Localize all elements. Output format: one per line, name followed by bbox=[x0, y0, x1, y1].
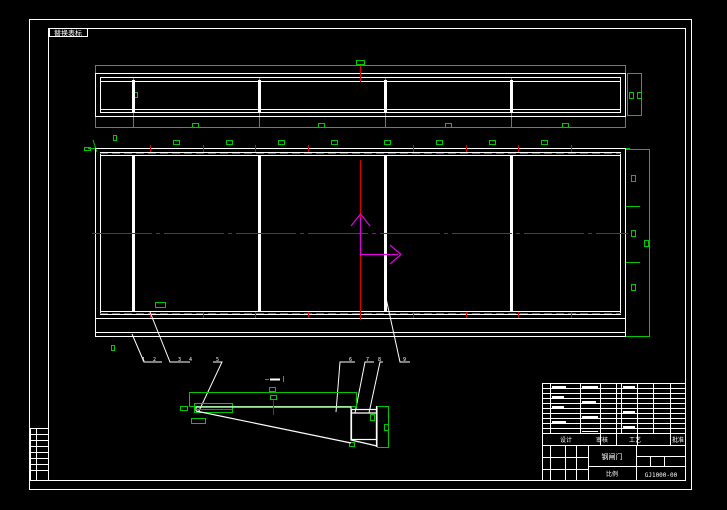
callout-3: 3 bbox=[178, 357, 181, 363]
title-block: 设计 审核 工艺 批准 钢闸门 比例 GJ1000-00 bbox=[542, 383, 686, 481]
drawing-number: GJ1000-00 bbox=[645, 472, 678, 479]
title-cell-check: 审核 bbox=[596, 436, 608, 444]
callout-9: 9 bbox=[403, 357, 406, 363]
drawing-name: 钢闸门 bbox=[602, 452, 623, 461]
drawing-code-box: 替换表标 bbox=[49, 28, 88, 38]
callout-7: 7 bbox=[366, 357, 369, 363]
scale-label: 比例 bbox=[606, 470, 618, 478]
main-view bbox=[84, 135, 650, 351]
drawing-code-label: 替换表标 bbox=[54, 29, 82, 38]
cad-drawing-canvas: 替换表标 1 2 3 4 5 6 7 8 9 设计 审核 工艺 批准 钢闸门 比… bbox=[0, 0, 727, 506]
title-cell-approve: 批准 bbox=[672, 436, 684, 444]
callout-5: 5 bbox=[216, 357, 219, 363]
title-cell-design: 设计 bbox=[560, 436, 572, 444]
top-view bbox=[95, 60, 642, 128]
callout-8: 8 bbox=[378, 357, 381, 363]
title-cell-process: 工艺 bbox=[629, 436, 641, 444]
callout-4: 4 bbox=[189, 357, 192, 363]
section-arrow bbox=[350, 213, 402, 265]
callout-6: 6 bbox=[349, 357, 352, 363]
callout-1: 1 bbox=[142, 357, 145, 363]
callout-2: 2 bbox=[153, 357, 156, 363]
revision-table bbox=[30, 428, 49, 481]
section-view bbox=[180, 376, 389, 448]
